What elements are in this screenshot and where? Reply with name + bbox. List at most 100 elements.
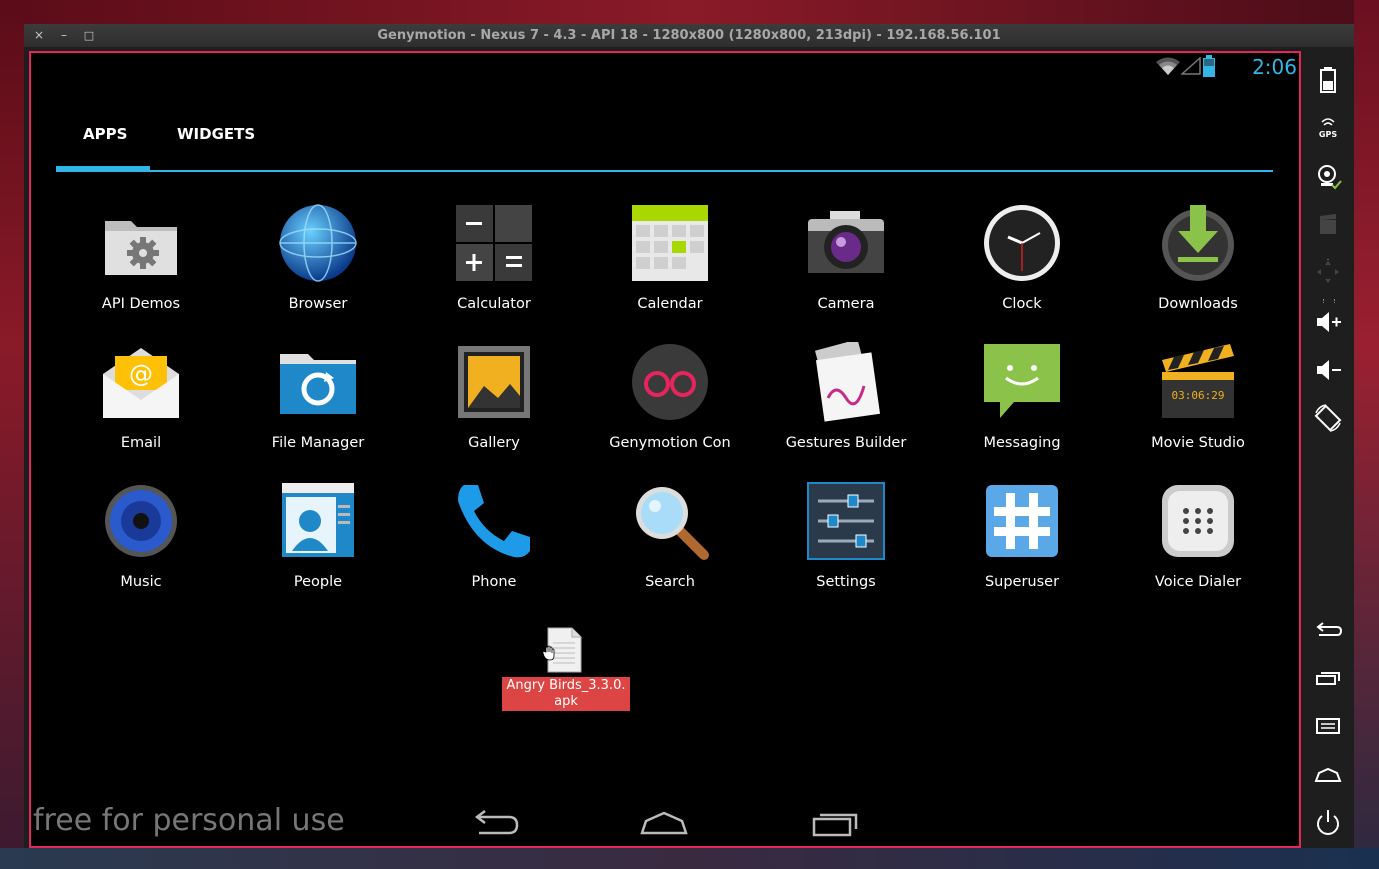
app-api-demos[interactable]: API Demos (61, 193, 221, 323)
tab-widgets[interactable]: WIDGETS (177, 125, 255, 143)
app-label: Email (120, 435, 162, 451)
app-music[interactable]: Music (61, 471, 221, 601)
app-email[interactable]: @ Email (61, 332, 221, 462)
magnifier-icon (636, 487, 709, 560)
app-label: Settings (816, 574, 876, 590)
volume-up-icon[interactable] (1311, 307, 1345, 337)
app-label: File Manager (271, 435, 365, 451)
app-downloads[interactable]: Downloads (1118, 193, 1278, 323)
desktop-background-top (0, 0, 1379, 24)
battery-icon[interactable] (1311, 65, 1345, 95)
hash-icon (986, 485, 1058, 557)
nav-back-button[interactable] (465, 805, 525, 841)
app-gallery[interactable]: Gallery (414, 332, 574, 462)
sliders-icon (807, 482, 885, 560)
app-settings[interactable]: Settings (766, 471, 926, 601)
app-label: Movie Studio (1151, 435, 1245, 451)
app-browser[interactable]: Browser (238, 193, 398, 323)
tab-divider (56, 170, 1273, 172)
app-label: API Demos (101, 296, 181, 312)
desktop-background-bottom (0, 848, 1379, 869)
app-file-manager[interactable]: File Manager (238, 332, 398, 462)
camera-icon (808, 211, 884, 273)
tab-apps[interactable]: APPS (83, 125, 127, 143)
app-superuser[interactable]: Superuser (942, 471, 1102, 601)
folder-gear-icon (105, 221, 177, 275)
app-label: Calendar (637, 296, 703, 312)
envelope-icon: @ (103, 348, 179, 418)
app-label: Gestures Builder (785, 435, 907, 451)
contacts-icon (282, 483, 354, 557)
svg-text:03:06:29: 03:06:29 (1172, 389, 1225, 402)
desktop-background-right (1354, 0, 1379, 869)
app-genymotion-configuration[interactable]: Genymotion Con (590, 332, 750, 462)
clock-icon (984, 205, 1060, 281)
rotate-icon[interactable] (1311, 403, 1345, 433)
battery-status-icon (1203, 55, 1215, 77)
app-label: Gallery (468, 435, 520, 451)
app-label: Browser (288, 296, 348, 312)
app-search[interactable]: Search (590, 471, 750, 601)
app-label: Messaging (983, 435, 1061, 451)
gestures-icon (814, 342, 881, 422)
android-status-bar: 2:06 (1099, 53, 1299, 79)
app-voice-dialer[interactable]: Voice Dialer (1118, 471, 1278, 601)
picture-frame-icon (458, 346, 530, 418)
clapperboard-icon: 03:06:29 (1162, 344, 1234, 418)
app-label: Genymotion Con (609, 435, 731, 451)
home-icon[interactable] (1311, 759, 1345, 789)
app-gestures-builder[interactable]: Gestures Builder (766, 332, 926, 462)
speaker-icon (105, 485, 177, 557)
app-label: Music (120, 574, 162, 590)
nav-home-button[interactable] (634, 805, 694, 841)
app-clock[interactable]: Clock (942, 193, 1102, 323)
app-label: Search (645, 574, 695, 590)
back-icon[interactable] (1311, 615, 1345, 645)
window-titlebar[interactable]: × – □ Genymotion - Nexus 7 - 4.3 - API 1… (24, 24, 1354, 47)
app-label: Camera (817, 296, 875, 312)
genymotion-window: × – □ Genymotion - Nexus 7 - 4.3 - API 1… (24, 24, 1354, 848)
nav-recent-apps-button[interactable] (806, 805, 866, 841)
webcam-icon[interactable] (1311, 161, 1345, 191)
signal-icon (1181, 57, 1201, 75)
app-label: Superuser (984, 574, 1060, 590)
desktop-background-left (0, 0, 24, 869)
window-title: Genymotion - Nexus 7 - 4.3 - API 18 - 12… (377, 28, 1001, 43)
power-icon[interactable] (1311, 807, 1345, 837)
clapper-icon[interactable] (1311, 209, 1345, 239)
app-label: Voice Dialer (1154, 574, 1242, 590)
calculator-icon (456, 205, 532, 281)
app-calendar[interactable]: Calendar (590, 193, 750, 323)
genymotion-sidebar: GPS (1301, 51, 1354, 848)
voice-dialer-icon (1162, 485, 1234, 557)
svg-text:@: @ (129, 360, 153, 388)
dragged-file-label: Angry Birds_3.3.0. apk (502, 677, 630, 711)
app-phone[interactable]: Phone (414, 471, 574, 601)
tab-selected-indicator (56, 166, 150, 172)
dpad-icon[interactable] (1311, 257, 1345, 287)
message-bubble-icon (984, 344, 1060, 418)
app-drawer-tabs: APPS WIDGETS (56, 113, 1273, 173)
genymotion-icon (632, 344, 708, 420)
app-camera[interactable]: Camera (766, 193, 926, 323)
menu-icon[interactable] (1311, 711, 1345, 741)
watermark-text: free for personal use (33, 803, 345, 838)
app-label: Downloads (1158, 296, 1238, 312)
grab-cursor-icon (542, 645, 555, 661)
recent-apps-icon[interactable] (1311, 663, 1345, 693)
gps-icon[interactable]: GPS (1311, 113, 1345, 143)
volume-down-icon[interactable] (1311, 355, 1345, 385)
download-icon (1162, 205, 1234, 281)
app-movie-studio[interactable]: 03:06:29 Movie Studio (1118, 332, 1278, 462)
app-label: Calculator (457, 296, 531, 312)
phone-handset-icon (458, 485, 530, 558)
app-people[interactable]: People (238, 471, 398, 601)
android-screen[interactable]: 2:06 APPS WIDGETS API Demos Browser Calc… (29, 51, 1301, 848)
wifi-icon (1156, 57, 1180, 75)
app-label: People (293, 574, 343, 590)
globe-icon (279, 204, 357, 282)
app-messaging[interactable]: Messaging (942, 332, 1102, 462)
calendar-icon (632, 205, 708, 281)
app-label: Phone (471, 574, 517, 590)
app-calculator[interactable]: Calculator (414, 193, 574, 323)
